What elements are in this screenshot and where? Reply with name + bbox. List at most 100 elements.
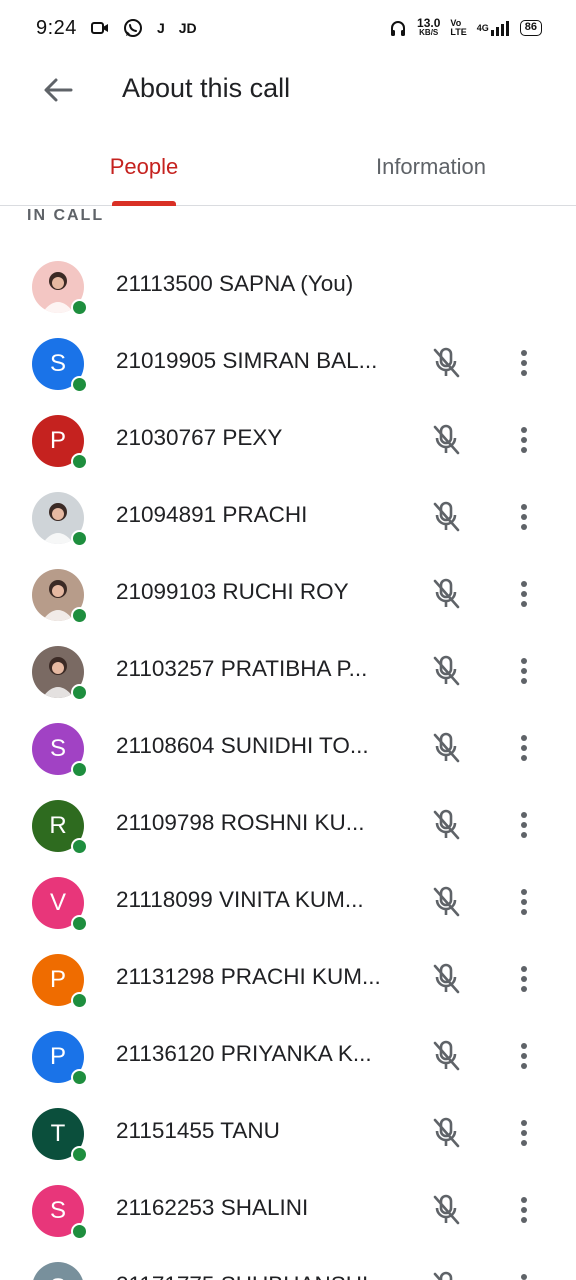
tab-bar: People Information: [0, 128, 576, 206]
active-tab-indicator: [112, 201, 176, 206]
participant-row[interactable]: S 21019905 SIMRAN BAL...: [0, 325, 576, 402]
section-label-in-call: IN CALL: [27, 207, 105, 224]
participant-row[interactable]: S 21171775 SHUBHANSHI...: [0, 1249, 576, 1280]
participant-name: 21094891 PRACHI: [116, 502, 308, 527]
status-bar: 9:24 J JD 13.0 KB/S Vo LTE 4G 86: [0, 0, 576, 56]
avatar: S: [32, 723, 88, 778]
more-options-icon[interactable]: [506, 576, 542, 612]
avatar-initial: S: [50, 1274, 66, 1280]
avatar: [32, 646, 88, 701]
more-options-icon[interactable]: [506, 345, 542, 381]
participant-row[interactable]: T 21151455 TANU: [0, 1095, 576, 1172]
participant-row[interactable]: S 21108604 SUNIDHI TO...: [0, 710, 576, 787]
participant-name: 21108604 SUNIDHI TO...: [116, 733, 369, 758]
mic-off-icon[interactable]: [428, 1115, 464, 1151]
online-status-icon: [71, 684, 88, 701]
participant-row[interactable]: 21094891 PRACHI: [0, 479, 576, 556]
participant-name: 21162253 SHALINI: [116, 1195, 309, 1220]
avatar: [32, 261, 88, 316]
more-options-icon[interactable]: [506, 1038, 542, 1074]
online-status-icon: [71, 761, 88, 778]
participant-row[interactable]: R 21109798 ROSHNI KU...: [0, 787, 576, 864]
mic-off-icon[interactable]: [428, 884, 464, 920]
network-type: 4G: [476, 23, 489, 33]
participant-row[interactable]: 21113500 SAPNA (You): [0, 248, 576, 325]
volte-bottom: LTE: [450, 27, 467, 37]
battery-level: 86: [524, 21, 537, 33]
avatar: V: [32, 877, 88, 932]
online-status-icon: [71, 530, 88, 547]
avatar-initial: P: [49, 1043, 66, 1070]
online-status-icon: [71, 992, 88, 1009]
participant-row[interactable]: V 21118099 VINITA KUM...: [0, 864, 576, 941]
avatar-initial: T: [50, 1120, 66, 1147]
mic-off-icon[interactable]: [428, 730, 464, 766]
participant-name: 21171775 SHUBHANSHI...: [116, 1272, 387, 1280]
avatar: P: [32, 415, 88, 470]
participant-name: 21113500 SAPNA (You): [116, 271, 354, 296]
page-title: About this call: [122, 73, 291, 103]
more-options-icon[interactable]: [506, 1269, 542, 1280]
mic-off-icon[interactable]: [428, 1038, 464, 1074]
more-options-icon[interactable]: [506, 499, 542, 535]
participant-name: 21131298 PRACHI KUM...: [116, 964, 381, 989]
net-speed: 13.0 KB/S: [417, 16, 441, 37]
more-options-icon[interactable]: [506, 1192, 542, 1228]
more-options-icon[interactable]: [506, 422, 542, 458]
back-button[interactable]: [38, 72, 78, 108]
mic-off-icon[interactable]: [428, 807, 464, 843]
participant-name: 21136120 PRIYANKA K...: [116, 1041, 372, 1066]
mic-off-icon[interactable]: [428, 1269, 464, 1280]
participant-row[interactable]: P 21131298 PRACHI KUM...: [0, 941, 576, 1018]
status-time: 9:24: [36, 16, 77, 39]
status-right: 13.0 KB/S Vo LTE 4G 86: [389, 16, 542, 38]
online-status-icon: [71, 453, 88, 470]
online-status-icon: [71, 299, 88, 316]
avatar-initial: P: [49, 427, 66, 454]
mic-off-icon[interactable]: [428, 1192, 464, 1228]
more-options-icon[interactable]: [506, 961, 542, 997]
net-speed-value: 13.0: [417, 16, 441, 30]
online-status-icon: [71, 838, 88, 855]
tab-people[interactable]: People: [60, 128, 228, 206]
participant-row[interactable]: P 21136120 PRIYANKA K...: [0, 1018, 576, 1095]
avatar: P: [32, 1031, 88, 1086]
about-call-screen: 9:24 J JD 13.0 KB/S Vo LTE 4G 86 About t…: [0, 0, 576, 1280]
more-options-icon[interactable]: [506, 730, 542, 766]
avatar: S: [32, 1262, 84, 1280]
mic-off-icon[interactable]: [428, 422, 464, 458]
volte-icon: Vo LTE: [450, 19, 466, 37]
mic-off-icon[interactable]: [428, 653, 464, 689]
more-options-icon[interactable]: [506, 807, 542, 843]
whatsapp-icon: [123, 18, 143, 38]
more-options-icon[interactable]: [506, 653, 542, 689]
participant-row[interactable]: P 21030767 PEXY: [0, 402, 576, 479]
participant-list: 21113500 SAPNA (You) S 21019905 SIMRAN BAL…: [0, 248, 576, 1280]
avatar-initial: S: [49, 1197, 66, 1224]
mic-off-icon[interactable]: [428, 499, 464, 535]
avatar-initial: S: [49, 350, 66, 377]
participant-row[interactable]: 21103257 PRATIBHA P...: [0, 633, 576, 710]
arrow-back-icon: [44, 78, 73, 102]
signal-4g-icon: 4G: [477, 18, 510, 38]
mic-off-icon[interactable]: [428, 345, 464, 381]
participant-name: 21118099 VINITA KUM...: [116, 887, 364, 912]
avatar: S: [32, 338, 88, 393]
avatar: P: [32, 954, 88, 1009]
participant-row[interactable]: 21099103 RUCHI ROY: [0, 556, 576, 633]
avatar: [32, 492, 88, 547]
net-speed-unit: KB/S: [419, 28, 439, 37]
more-options-icon[interactable]: [506, 1115, 542, 1151]
avatar-initial: R: [49, 812, 67, 839]
online-status-icon: [71, 1223, 88, 1240]
more-options-icon[interactable]: [506, 884, 542, 920]
avatar: R: [32, 800, 88, 855]
mic-off-icon[interactable]: [428, 576, 464, 612]
online-status-icon: [71, 915, 88, 932]
mic-off-icon[interactable]: [428, 961, 464, 997]
tab-information[interactable]: Information: [346, 128, 516, 206]
participant-name: 21103257 PRATIBHA P...: [116, 656, 368, 681]
avatar-initial: V: [49, 889, 66, 916]
avatar-initial: P: [49, 966, 66, 993]
participant-row[interactable]: S 21162253 SHALINI: [0, 1172, 576, 1249]
